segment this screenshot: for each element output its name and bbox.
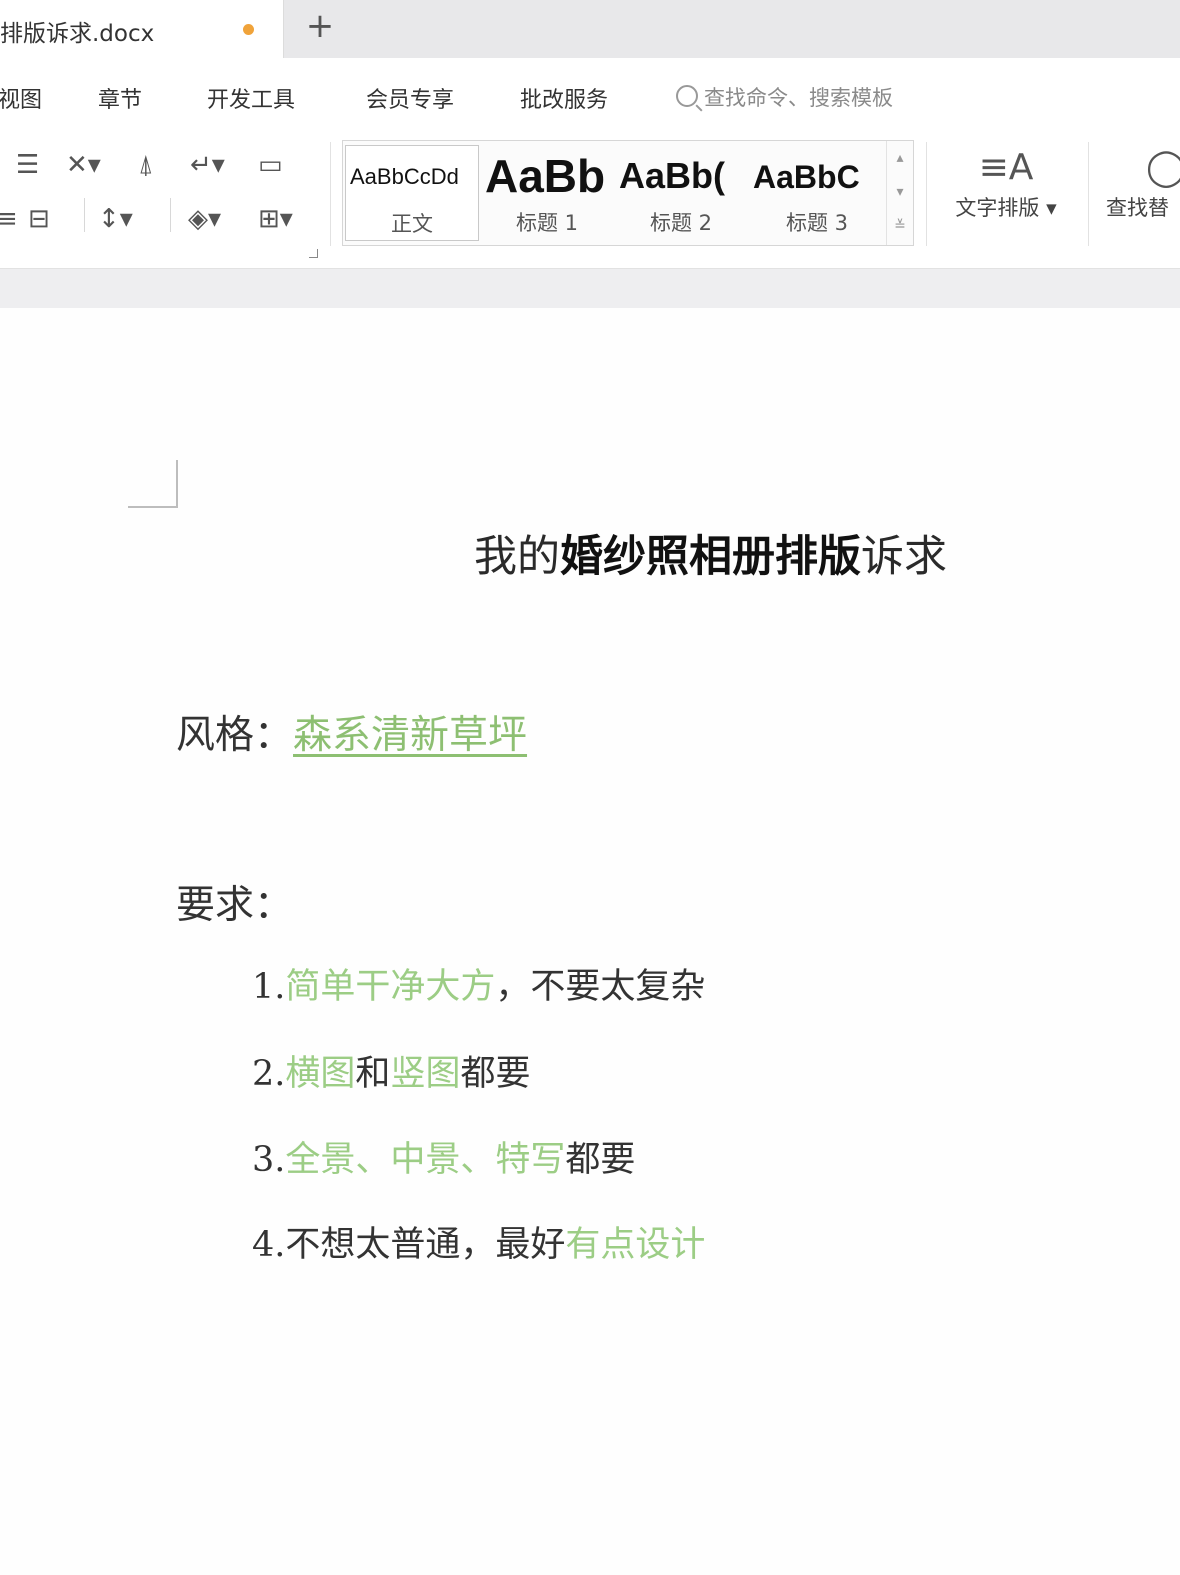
style-label: 风格： [176, 713, 294, 758]
item-number: 1. [252, 967, 286, 1007]
increase-indent-icon[interactable]: ☰ [16, 150, 39, 180]
style-value-link[interactable]: 森系清新草坪 [293, 713, 527, 758]
menu-correction-service[interactable]: 批改服务 [520, 82, 608, 114]
text-layout-icon: ≡A [978, 147, 1034, 188]
item-text: ，不要太复杂 [495, 967, 706, 1007]
item-highlight: 竖图 [390, 1054, 461, 1094]
item-number: 4. [252, 1225, 286, 1265]
requirement-item-2: 2.横图和竖图都要 [252, 1045, 530, 1096]
style-gallery: AaBbCcDd 正文 AaBb 标题 1 AaBb( 标题 2 AaBbC 标… [342, 140, 914, 246]
line-spacing-icon[interactable]: ↕▾ [98, 204, 133, 234]
style-sample: AaBb( [619, 155, 725, 196]
document-page[interactable]: 我的婚纱照相册排版诉求 风格：森系清新草坪 要求： 1.简单干净大方，不要太复杂… [0, 308, 1180, 1575]
document-tab[interactable]: 排版诉求.docx [0, 0, 284, 58]
requirement-item-4: 4.不想太普通，最好有点设计 [252, 1216, 705, 1267]
item-number: 3. [252, 1140, 286, 1180]
item-highlight: 有点设计 [565, 1225, 706, 1265]
paragraph-settings-launcher[interactable] [309, 249, 318, 258]
separator [330, 142, 331, 246]
style-gallery-scroller[interactable]: ▴ ▾ ≚ [886, 141, 913, 245]
item-text: 和 [355, 1054, 391, 1094]
document-tab-title: 排版诉求.docx [0, 21, 155, 47]
paragraph-marks-icon[interactable]: ↵▾ [190, 150, 225, 180]
menu-member-exclusive[interactable]: 会员专享 [366, 82, 454, 114]
style-name: 标题 3 [785, 211, 849, 235]
find-replace-label: 查找替 [1106, 196, 1169, 220]
item-highlight: 简单干净大方 [285, 967, 496, 1007]
title-suffix: 诉求 [861, 532, 947, 582]
ribbon: ☰ ✕▾ ⍋ ↵▾ ▭ ≡ ⊟ ↕▾ ◈▾ ⊞▾ AaBbCcDd 正文 AaB… [0, 136, 1180, 268]
separator [84, 198, 85, 232]
requirement-item-1: 1.简单干净大方，不要太复杂 [252, 958, 705, 1009]
style-heading-1[interactable]: AaBb 标题 1 [481, 145, 613, 239]
expand-more-icon[interactable]: ≚ [887, 209, 913, 243]
style-normal[interactable]: AaBbCcDd 正文 [345, 145, 479, 241]
command-search-placeholder: 查找命令、搜索模板 [704, 86, 893, 110]
find-icon: ◯ [1146, 147, 1180, 188]
menu-bar: 视图 章节 开发工具 会员专享 批改服务 查找命令、搜索模板 [0, 58, 1180, 136]
style-name: 正文 [391, 212, 433, 236]
item-text: 都要 [460, 1054, 531, 1094]
style-heading-2[interactable]: AaBb( 标题 2 [615, 145, 747, 239]
separator [170, 198, 171, 232]
text-layout-label: 文字排版 [955, 196, 1040, 220]
menu-chapter[interactable]: 章节 [98, 82, 142, 114]
tab-bar: 排版诉求.docx + [0, 0, 1180, 58]
distributed-align-icon[interactable]: ⊟ [28, 204, 50, 234]
requirement-item-3: 3.全景、中景、特写都要 [252, 1131, 635, 1182]
item-highlight: 横图 [285, 1054, 356, 1094]
requirements-heading: 要求： [176, 883, 294, 928]
title-prefix: 我的 [474, 532, 560, 582]
find-replace-button[interactable]: ◯ 查找替 [1106, 144, 1180, 222]
style-sample: AaBb [485, 150, 606, 202]
menu-developer-tools[interactable]: 开发工具 [207, 82, 295, 114]
text-layout-button[interactable]: ≡A 文字排版 ▾ [944, 144, 1068, 222]
chevron-up-icon[interactable]: ▴ [887, 141, 913, 175]
chinese-layout-icon[interactable]: ✕▾ [66, 150, 101, 180]
style-name: 标题 1 [515, 211, 579, 235]
style-line: 风格：森系清新草坪 [176, 704, 527, 760]
menu-view[interactable]: 视图 [0, 82, 42, 114]
page-margin-marker [128, 460, 178, 508]
title-bold-part: 婚纱照相册排版 [560, 532, 861, 582]
item-text: 都要 [565, 1140, 636, 1180]
shading-icon[interactable]: ◈▾ [188, 204, 221, 234]
style-heading-3[interactable]: AaBbC 标题 3 [749, 145, 885, 239]
item-text: 不想太普通，最好 [285, 1225, 566, 1265]
document-title: 我的婚纱照相册排版诉求 [474, 522, 947, 584]
item-number: 2. [252, 1054, 286, 1094]
command-search[interactable]: 查找命令、搜索模板 [676, 82, 893, 112]
search-icon [676, 85, 698, 107]
ruler-strip [0, 268, 1180, 310]
unsaved-indicator [243, 24, 254, 35]
borders-icon[interactable]: ⊞▾ [258, 204, 293, 234]
item-highlight: 全景、中景、特写 [285, 1140, 566, 1180]
style-sample: AaBbCcDd [350, 164, 459, 189]
style-name: 标题 2 [649, 211, 713, 235]
chevron-down-icon[interactable]: ▾ [887, 175, 913, 209]
new-tab-button[interactable]: + [305, 6, 335, 46]
align-justify-icon[interactable]: ≡ [0, 204, 18, 234]
ruler-icon[interactable]: ▭ [258, 150, 283, 180]
text-direction-icon[interactable]: ⍋ [138, 150, 154, 180]
separator [926, 142, 927, 246]
style-sample: AaBbC [753, 159, 860, 195]
separator [1088, 142, 1089, 246]
